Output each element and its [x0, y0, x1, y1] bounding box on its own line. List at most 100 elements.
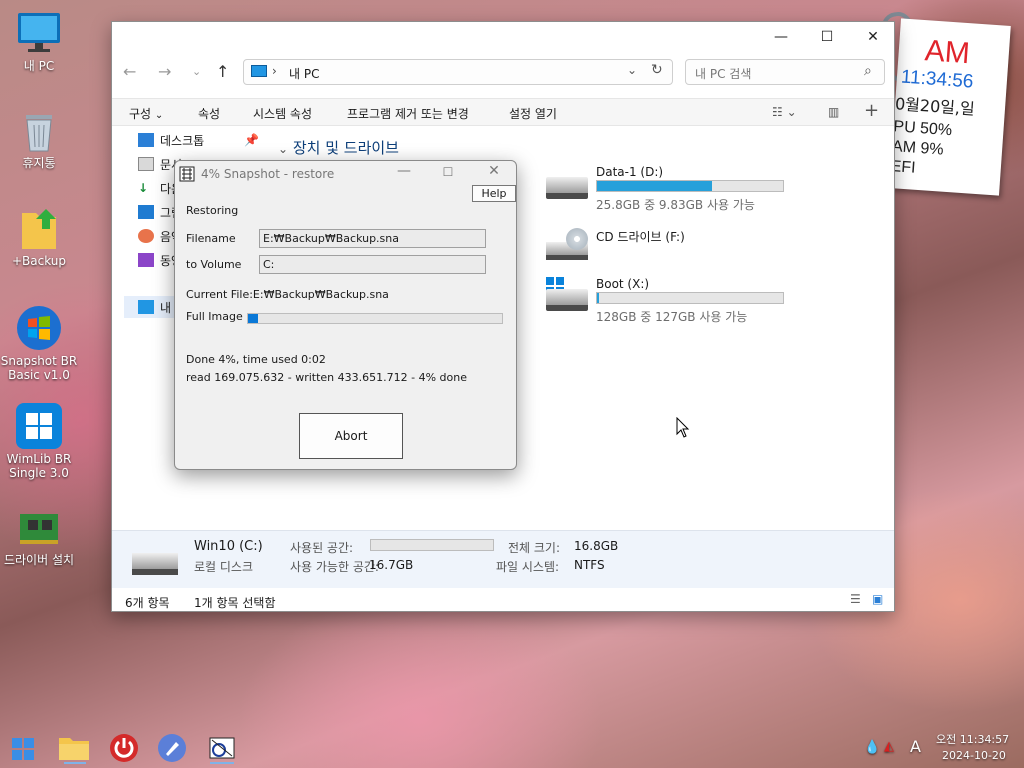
close-button[interactable]: ✕ — [850, 22, 896, 52]
help-button[interactable]: Help — [472, 185, 516, 202]
download-arrow-icon: ↓ — [138, 181, 149, 195]
desktop-icon-label: +Backup — [11, 254, 67, 268]
drive-data-1[interactable]: Data-1 (D:) 25.8GB 중 9.83GB 사용 가능 — [546, 165, 796, 215]
clock-time[interactable]: 오전 11:34:57 — [936, 731, 1009, 747]
drive-name: Boot (X:) — [596, 277, 650, 291]
open-settings-button[interactable]: 설정 열기 — [509, 105, 557, 122]
sidebar-item-desktop[interactable]: 데스크톱 📌 — [138, 129, 259, 151]
hard-drive-icon — [546, 289, 588, 311]
status-bar: 6개 항목 1개 항목 선택함 ☰ ▣ — [112, 590, 894, 612]
current-file-label: Current File:E:₩Backup₩Backup.sna — [186, 288, 389, 301]
restoring-label: Restoring — [186, 204, 239, 217]
desktop-icon-snapshot-br[interactable]: Snapshot BR Basic v1.0 — [0, 305, 78, 382]
details-view-icon[interactable]: ☰ — [850, 592, 861, 606]
input-language[interactable]: A — [910, 737, 921, 756]
desktop-icon-recycle-bin[interactable]: 휴지통 — [0, 107, 78, 170]
snapshot-app-icon[interactable] — [206, 732, 238, 764]
recent-locations-chevron-icon[interactable]: ⌄ — [192, 65, 201, 78]
details-usage-bar — [370, 539, 494, 551]
view-options-icon[interactable]: ☷ ⌄ — [772, 105, 797, 119]
windows-logo-icon — [16, 403, 62, 449]
rocket-app-icon[interactable] — [156, 732, 188, 764]
desktop-icon-this-pc[interactable]: 내 PC — [0, 10, 78, 73]
preview-pane-icon[interactable]: ▥ — [828, 105, 839, 119]
more-options-icon[interactable]: + — [864, 100, 879, 121]
sidebar-item-label: 내 — [160, 300, 172, 315]
forward-arrow-icon[interactable]: → — [158, 62, 171, 81]
file-explorer-icon[interactable] — [58, 732, 90, 764]
minimize-button[interactable]: — — [758, 22, 804, 52]
maximize-button[interactable]: ☐ — [804, 22, 850, 52]
group-title: 장치 및 드라이브 — [292, 139, 399, 157]
desktop-icon-label: 휴지통 — [22, 156, 56, 170]
recycle-bin-icon — [16, 107, 62, 153]
drive-cd[interactable]: CD 드라이브 (F:) — [546, 228, 796, 278]
selected-count: 1개 항목 선택함 — [194, 596, 276, 610]
drive-usage-bar — [596, 292, 784, 304]
up-arrow-icon[interactable]: ↑ — [216, 62, 229, 81]
details-pane: Win10 (C:) 로컬 디스크 사용된 공간: 사용 가능한 공간: 16.… — [112, 530, 894, 588]
read-write-status: read 169.075.632 - written 433.651.712 -… — [186, 371, 467, 384]
widget-date: 0월20일,일 — [894, 94, 976, 119]
chevron-down-icon: ⌄ — [278, 142, 289, 156]
details-free-label: 사용 가능한 공간: — [290, 560, 379, 574]
widget-ram: AM 9% — [891, 138, 945, 159]
filename-label: Filename — [186, 232, 236, 245]
tiles-view-icon[interactable]: ▣ — [872, 592, 883, 606]
full-image-label: Full Image — [186, 310, 243, 323]
power-icon[interactable] — [108, 732, 140, 764]
search-icon[interactable]: ⌕ — [864, 63, 872, 79]
address-dropdown-icon[interactable]: ⌄ — [627, 63, 637, 77]
back-arrow-icon[interactable]: ← — [123, 62, 136, 81]
drive-free-space: 128GB 중 127GB 사용 가능 — [596, 310, 748, 324]
hard-drive-icon — [132, 553, 178, 575]
widget-time: 11:34:56 — [900, 66, 975, 93]
minimize-button[interactable]: — — [389, 163, 419, 179]
folder-upload-icon — [16, 205, 62, 251]
hard-drive-icon — [546, 177, 588, 199]
search-input[interactable]: 내 PC 검색 — [695, 65, 751, 82]
desktop-icon-label: WimLib BR Single 3.0 — [6, 452, 72, 480]
desktop-icon-label: 드라이버 설치 — [3, 553, 75, 567]
abort-button[interactable]: Abort — [299, 413, 403, 459]
breadcrumb-chevron-icon: › — [272, 64, 277, 78]
snapshot-restore-dialog: 4% Snapshot - restore — ☐ ✕ Help Restori… — [174, 160, 517, 470]
start-button-icon[interactable] — [8, 732, 40, 764]
details-fs-label: 파일 시스템: — [496, 560, 560, 574]
desktop-icon-wimlib-br[interactable]: WimLib BR Single 3.0 — [0, 403, 78, 480]
breadcrumb-current[interactable]: 내 PC — [289, 65, 319, 82]
refresh-icon[interactable]: ↻ — [651, 62, 663, 78]
clock-date[interactable]: 2024-10-20 — [942, 749, 1006, 762]
details-total-label: 전체 크기: — [508, 541, 561, 555]
drive-usage-bar — [596, 180, 784, 192]
water-drop-icon[interactable]: 💧 — [864, 740, 880, 755]
monitor-icon — [16, 10, 62, 56]
drive-boot[interactable]: Boot (X:) 128GB 중 127GB 사용 가능 — [546, 277, 796, 327]
clock-widget: AM 11:34:56 0월20일,일 PU 50% AM 9% EFI — [889, 18, 1011, 196]
maximize-button[interactable]: ☐ — [433, 165, 463, 179]
title-bar: — ☐ ✕ — [112, 22, 894, 52]
monitor-icon — [251, 65, 267, 77]
organize-menu[interactable]: 구성 ⌄ — [129, 105, 163, 122]
desktop-icon-backup[interactable]: +Backup — [0, 205, 78, 268]
address-bar[interactable]: › 내 PC ⌄ ↻ — [243, 59, 673, 85]
network-icon[interactable]: ◭ — [884, 739, 894, 754]
details-used-label: 사용된 공간: — [290, 541, 354, 555]
search-box[interactable]: 내 PC 검색 ⌕ — [685, 59, 885, 85]
uninstall-program-button[interactable]: 프로그램 제거 또는 변경 — [347, 105, 469, 122]
progress-bar — [247, 313, 503, 324]
sidebar-item-label: 데스크톱 — [160, 133, 205, 148]
drive-free-space: 25.8GB 중 9.83GB 사용 가능 — [596, 198, 755, 212]
organize-label: 구성 — [129, 107, 152, 121]
drive-name: CD 드라이브 (F:) — [596, 230, 685, 244]
chevron-down-icon: ⌄ — [154, 110, 164, 121]
snapshot-app-icon — [179, 166, 195, 182]
mouse-cursor-icon — [676, 416, 690, 442]
close-button[interactable]: ✕ — [479, 163, 509, 179]
properties-button[interactable]: 속성 — [198, 105, 220, 122]
group-header[interactable]: ⌄ 장치 및 드라이브 — [278, 137, 399, 158]
system-properties-button[interactable]: 시스템 속성 — [253, 105, 312, 122]
desktop-icon-driver-install[interactable]: 드라이버 설치 — [0, 504, 78, 567]
desktop-icon-label: Snapshot BR Basic v1.0 — [0, 354, 78, 382]
dialog-title: 4% Snapshot - restore — [201, 167, 335, 181]
